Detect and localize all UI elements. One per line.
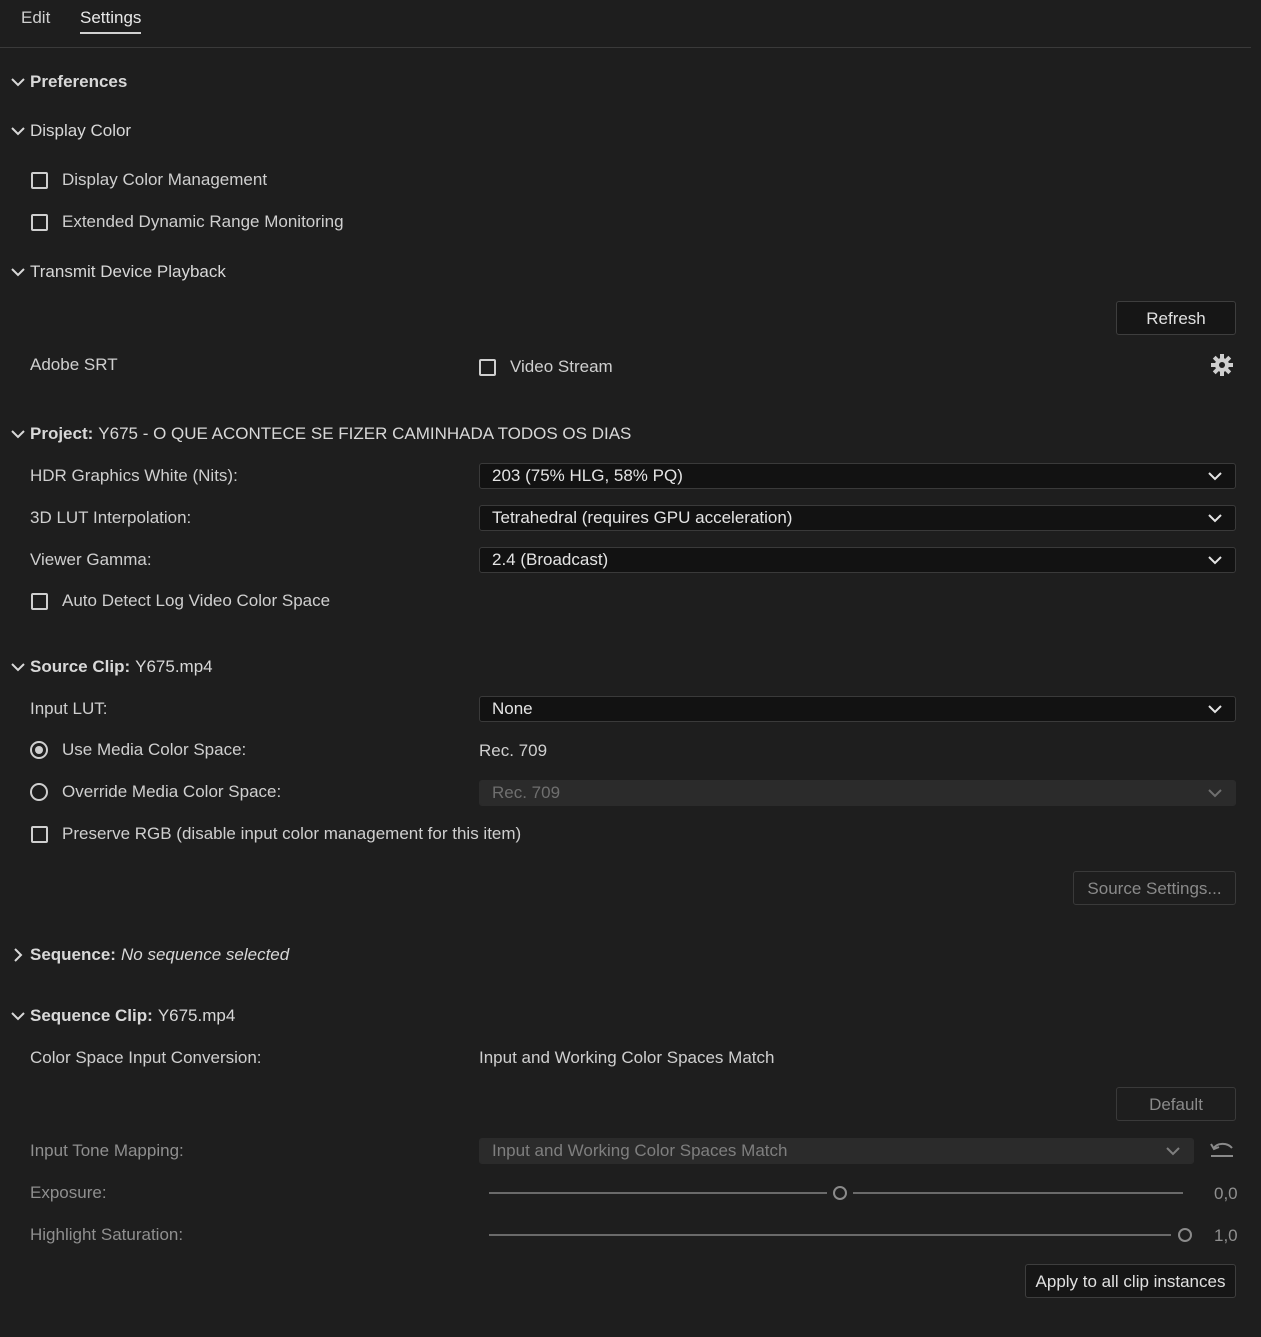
tab-settings[interactable]: Settings [80,8,142,34]
select-value: 203 (75% HLG, 58% PQ) [492,466,683,485]
default-button[interactable]: Default [1116,1087,1236,1121]
section-title: Preferences [30,72,128,91]
section-preferences[interactable]: Preferences [10,72,132,92]
chevron-down-icon [11,268,25,277]
chevron-down-icon [1208,789,1222,798]
exposure-label: Exposure: [30,1183,107,1202]
section-title: Sequence: [30,945,116,964]
viewer-gamma-label: Viewer Gamma: [30,550,152,569]
source-settings-button[interactable]: Source Settings... [1073,871,1236,905]
chevron-down-icon [11,430,25,439]
chevron-down-icon [11,78,25,87]
chevron-down-icon [1208,514,1222,523]
apply-to-all-clip-instances-button[interactable]: Apply to all clip instances [1025,1264,1236,1298]
input-lut-select[interactable]: None [479,696,1236,722]
section-project[interactable]: Project: Y675 - O QUE ACONTECE SE FIZER … [10,424,631,444]
extended-dynamic-range-checkbox[interactable] [31,214,48,231]
select-value: None [492,699,533,718]
video-stream-label: Video Stream [510,357,613,376]
display-color-management-checkbox[interactable] [31,172,48,189]
hdr-graphics-white-select[interactable]: 203 (75% HLG, 58% PQ) [479,463,1236,489]
sequence-clip-name: Y675.mp4 [157,1006,236,1025]
override-media-color-space-select[interactable]: Rec. 709 [479,780,1236,806]
project-name: Y675 - O QUE ACONTECE SE FIZER CAMINHADA… [98,424,632,443]
source-clip-name: Y675.mp4 [135,657,213,676]
use-media-color-space-value: Rec. 709 [479,741,548,760]
input-lut-label: Input LUT: [30,699,108,718]
input-tone-mapping-select[interactable]: Input and Working Color Spaces Match [479,1138,1194,1164]
section-title: Sequence Clip: [30,1006,153,1025]
override-media-color-space-label: Override Media Color Space: [62,782,282,801]
section-title: Source Clip: [30,657,131,676]
highlight-saturation-slider-thumb[interactable] [1178,1228,1192,1242]
display-color-management-label: Display Color Management [62,170,268,189]
section-title: Project: [30,424,94,443]
sequence-status: No sequence selected [120,945,290,964]
tab-bar: Edit Settings [0,0,1251,48]
section-source-clip[interactable]: Source Clip: Y675.mp4 [10,657,213,677]
video-stream-checkbox[interactable] [479,359,496,376]
lut-interpolation-label: 3D LUT Interpolation: [30,508,192,527]
override-media-color-space-radio[interactable] [30,783,48,801]
chevron-down-icon [11,1012,25,1021]
select-value: 2.4 (Broadcast) [492,550,609,569]
tab-edit[interactable]: Edit [21,8,50,28]
input-tone-mapping-label: Input Tone Mapping: [30,1141,184,1160]
viewer-gamma-select[interactable]: 2.4 (Broadcast) [479,547,1236,573]
select-value: Rec. 709 [492,783,561,802]
section-sequence-clip[interactable]: Sequence Clip: Y675.mp4 [10,1006,235,1026]
exposure-slider-track-left [489,1192,827,1194]
reset-icon[interactable] [1209,1140,1235,1160]
auto-detect-log-checkbox[interactable] [31,593,48,610]
use-media-color-space-label: Use Media Color Space: [62,740,247,759]
highlight-saturation-label: Highlight Saturation: [30,1225,184,1244]
highlight-saturation-slider-track [489,1234,1171,1236]
select-value: Tetrahedral (requires GPU acceleration) [492,508,793,527]
preserve-rgb-label: Preserve RGB (disable input color manage… [62,824,522,843]
chevron-down-icon [1166,1147,1180,1156]
chevron-down-icon [1208,556,1222,565]
gear-icon[interactable] [1210,353,1234,377]
section-title: Display Color [30,121,132,140]
auto-detect-log-label: Auto Detect Log Video Color Space [62,591,331,610]
section-title: Transmit Device Playback [30,262,226,281]
exposure-slider-track-right [853,1192,1183,1194]
use-media-color-space-radio[interactable] [30,741,48,759]
chevron-down-icon [11,663,25,672]
select-value: Input and Working Color Spaces Match [492,1141,788,1160]
hdr-graphics-white-label: HDR Graphics White (Nits): [30,466,238,485]
section-display-color[interactable]: Display Color [10,121,131,141]
section-sequence[interactable]: Sequence: No sequence selected [10,945,289,965]
refresh-button[interactable]: Refresh [1116,301,1236,335]
preserve-rgb-checkbox[interactable] [31,826,48,843]
chevron-right-icon [14,948,23,962]
color-space-conversion-label: Color Space Input Conversion: [30,1048,262,1067]
exposure-slider-thumb[interactable] [833,1186,847,1200]
chevron-down-icon [1208,705,1222,714]
lut-interpolation-select[interactable]: Tetrahedral (requires GPU acceleration) [479,505,1236,531]
section-transmit[interactable]: Transmit Device Playback [10,262,226,282]
adobe-srt-label: Adobe SRT [30,355,118,374]
chevron-down-icon [1208,472,1222,481]
exposure-value[interactable]: 0,0 [1214,1184,1238,1204]
extended-dynamic-range-label: Extended Dynamic Range Monitoring [62,212,344,231]
chevron-down-icon [11,127,25,136]
color-space-conversion-value: Input and Working Color Spaces Match [479,1048,775,1067]
highlight-saturation-value[interactable]: 1,0 [1214,1226,1238,1246]
